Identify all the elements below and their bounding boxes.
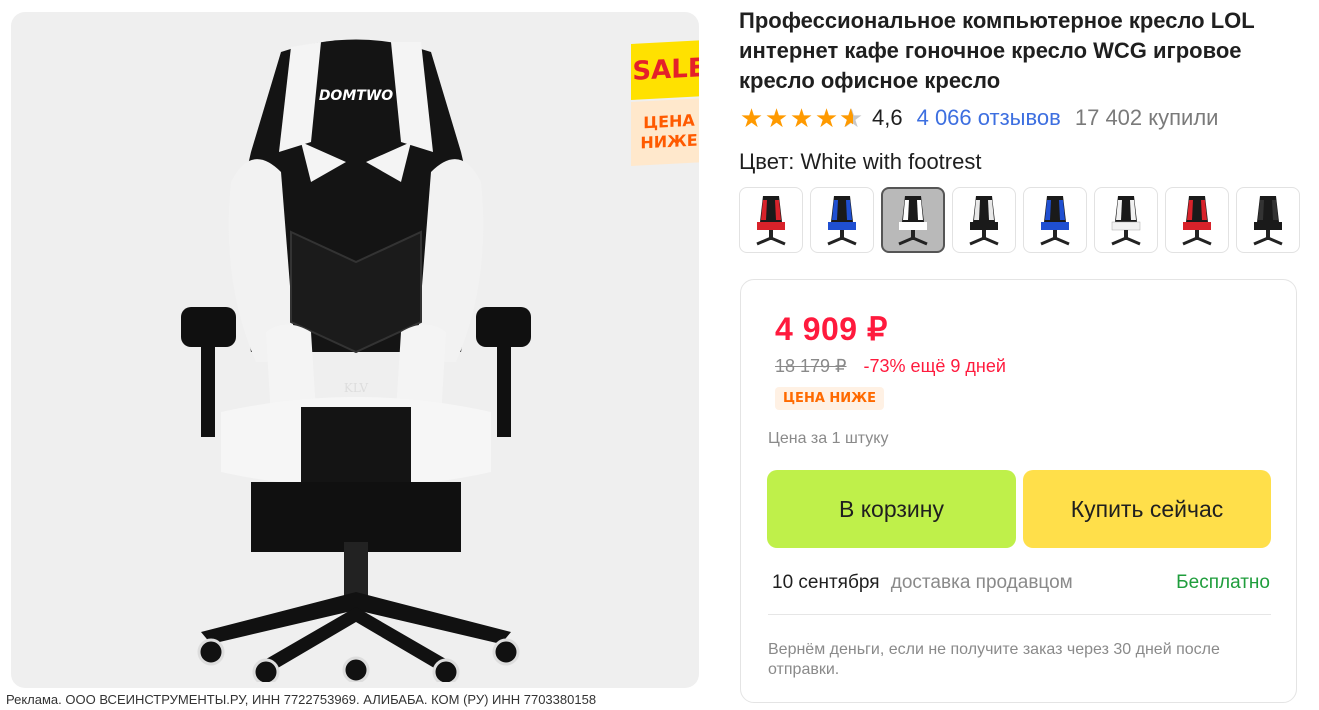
brand-logo: DOMTWO [319, 88, 393, 104]
swatch-white-black-selected[interactable] [881, 187, 945, 253]
bought-count: 17 402 купили [1074, 105, 1219, 130]
lower-price-line2: НИЖЕ [640, 130, 698, 153]
price-per-unit: Цена за 1 штуку [768, 430, 889, 447]
discount-label: -73% ещё 9 дней [863, 356, 1006, 376]
swatch-blue-black-2[interactable] [1023, 187, 1087, 253]
buy-now-button[interactable]: Купить сейчас [1023, 470, 1271, 548]
star-icon: ★ [789, 103, 814, 133]
swatch-white-black-2[interactable] [1094, 187, 1158, 253]
add-to-cart-button[interactable]: В корзину [767, 470, 1016, 548]
color-label: Цвет: White with footrest [739, 149, 982, 174]
rating-row: ★ ★ ★ ★ ★ 4,6 4 066 отзывов 17 402 купил… [739, 103, 1219, 133]
sale-badge: SALE ЦЕНА НИЖЕ [631, 40, 699, 172]
star-icon: ★ [764, 103, 789, 133]
old-price-row: 18 179 ₽ -73% ещё 9 дней [775, 356, 1006, 377]
delivery-row: 10 сентября доставка продавцом Бесплатно [772, 572, 1270, 594]
seat-logo: KLV [344, 381, 369, 395]
delivery-cost: Бесплатно [1176, 572, 1270, 593]
product-image-chair: DOMTWO KLV [181, 39, 531, 682]
chair-thumbnail-icon [969, 196, 999, 246]
swatch-black-white[interactable] [952, 187, 1016, 253]
swatch-red-black[interactable] [739, 187, 803, 253]
reviews-link[interactable]: 4 066 отзывов [917, 105, 1061, 131]
star-icon: ★ [814, 103, 839, 133]
chair-thumbnail-icon [827, 196, 857, 246]
lower-price-label: ЦЕНА НИЖЕ [631, 98, 699, 166]
price-card: 4 909 ₽ 18 179 ₽ -73% ещё 9 дней ЦЕНА НИ… [740, 279, 1297, 703]
swatch-blue-black[interactable] [810, 187, 874, 253]
product-title: Профессиональное компьютерное кресло LOL… [739, 8, 1255, 93]
delivery-info: 10 сентября доставка продавцом [772, 572, 1073, 594]
product-image-panel[interactable]: DOMTWO KLV SALE ЦЕНА НИЖЕ [11, 12, 699, 688]
refund-note: Вернём деньги, если не получите заказ че… [768, 641, 1220, 678]
lower-price-badge: ЦЕНА НИЖЕ [775, 387, 884, 410]
delivery-date: 10 сентября [772, 572, 880, 593]
chair-thumbnail-icon [1182, 196, 1212, 246]
rating-stars: ★ ★ ★ ★ ★ [739, 105, 864, 131]
chair-thumbnail-icon [898, 196, 928, 246]
star-half-icon: ★ [839, 105, 864, 131]
old-price: 18 179 ₽ [775, 356, 847, 376]
divider [768, 614, 1271, 615]
star-icon: ★ [739, 103, 764, 133]
swatch-black[interactable] [1236, 187, 1300, 253]
chair-thumbnail-icon [1040, 196, 1070, 246]
swatch-red-black-2[interactable] [1165, 187, 1229, 253]
chair-thumbnail-icon [1253, 196, 1283, 246]
ad-disclaimer: Реклама. ООО ВСЕИНСТРУМЕНТЫ.РУ, ИНН 7722… [6, 692, 597, 707]
rating-value: 4,6 [872, 105, 903, 130]
delivery-method: доставка продавцом [890, 572, 1073, 593]
chair-thumbnail-icon [1111, 196, 1141, 246]
sale-label: SALE [631, 40, 699, 100]
lower-price-line1: ЦЕНА [643, 110, 695, 133]
current-price: 4 909 ₽ [775, 311, 888, 347]
color-swatches [739, 187, 1300, 253]
chair-thumbnail-icon [756, 196, 786, 246]
